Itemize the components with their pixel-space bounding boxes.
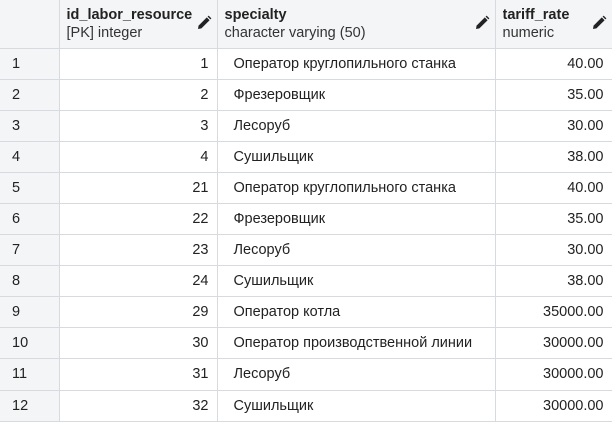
cell-tariff-rate[interactable]: 40.00 [495, 48, 612, 80]
table-row[interactable]: 9 29 Оператор котла 35000.00 [0, 296, 612, 329]
cell-specialty[interactable]: Лесоруб [217, 110, 496, 142]
cell-tariff-rate[interactable]: 30000.00 [495, 358, 612, 391]
row-number[interactable]: 1 [0, 48, 60, 80]
header-row: id_labor_resource [PK] integer specialty… [0, 0, 612, 49]
column-header-id-labor-resource[interactable]: id_labor_resource [PK] integer [59, 0, 218, 49]
grid-header: id_labor_resource [PK] integer specialty… [0, 0, 612, 49]
cell-id-labor-resource[interactable]: 24 [59, 265, 218, 298]
cell-specialty[interactable]: Оператор круглопильного станка [217, 48, 496, 80]
row-number[interactable]: 11 [0, 358, 60, 391]
table-row[interactable]: 11 31 Лесоруб 30000.00 [0, 358, 612, 391]
cell-id-labor-resource[interactable]: 23 [59, 234, 218, 267]
table-row[interactable]: 8 24 Сушильщик 38.00 [0, 265, 612, 298]
cell-specialty[interactable]: Оператор производственной линии [217, 327, 496, 360]
row-number[interactable]: 9 [0, 296, 60, 329]
query-result-grid: id_labor_resource [PK] integer specialty… [0, 0, 612, 422]
cell-tariff-rate[interactable]: 35.00 [495, 203, 612, 236]
cell-id-labor-resource[interactable]: 30 [59, 327, 218, 360]
cell-id-labor-resource[interactable]: 29 [59, 296, 218, 329]
cell-tariff-rate[interactable]: 30.00 [495, 234, 612, 267]
row-number[interactable]: 10 [0, 327, 60, 360]
table-row[interactable]: 4 4 Сушильщик 38.00 [0, 141, 612, 173]
row-number[interactable]: 6 [0, 203, 60, 236]
column-type: [PK] integer [66, 25, 143, 41]
row-number[interactable]: 5 [0, 172, 60, 204]
cell-specialty[interactable]: Сушильщик [217, 141, 496, 173]
grid-body: 1 1 Оператор круглопильного станка 40.00… [0, 48, 612, 422]
table-row[interactable]: 2 2 Фрезеровщик 35.00 [0, 79, 612, 111]
row-number[interactable]: 8 [0, 265, 60, 298]
column-header-tariff-rate[interactable]: tariff_rate numeric [495, 0, 612, 49]
column-header-specialty[interactable]: specialty character varying (50) [217, 0, 496, 49]
cell-id-labor-resource[interactable]: 32 [59, 390, 218, 422]
row-number-header[interactable] [0, 0, 60, 49]
cell-specialty[interactable]: Лесоруб [217, 234, 496, 267]
cell-tariff-rate[interactable]: 35.00 [495, 79, 612, 111]
cell-tariff-rate[interactable]: 30.00 [495, 110, 612, 142]
table-row[interactable]: 6 22 Фрезеровщик 35.00 [0, 203, 612, 236]
cell-id-labor-resource[interactable]: 3 [59, 110, 218, 142]
column-name: id_labor_resource [66, 7, 193, 23]
cell-specialty[interactable]: Фрезеровщик [217, 79, 496, 111]
cell-id-labor-resource[interactable]: 22 [59, 203, 218, 236]
pencil-icon[interactable] [196, 15, 212, 31]
cell-specialty[interactable]: Оператор круглопильного станка [217, 172, 496, 204]
cell-tariff-rate[interactable]: 38.00 [495, 141, 612, 173]
row-number[interactable]: 12 [0, 390, 60, 422]
cell-id-labor-resource[interactable]: 21 [59, 172, 218, 204]
pencil-icon[interactable] [474, 15, 490, 31]
pencil-icon[interactable] [591, 15, 607, 31]
cell-specialty[interactable]: Оператор котла [217, 296, 496, 329]
row-number[interactable]: 3 [0, 110, 60, 142]
table-row[interactable]: 3 3 Лесоруб 30.00 [0, 110, 612, 142]
column-name: specialty [224, 7, 287, 23]
cell-tariff-rate[interactable]: 40.00 [495, 172, 612, 204]
cell-id-labor-resource[interactable]: 31 [59, 358, 218, 391]
cell-specialty[interactable]: Сушильщик [217, 390, 496, 422]
cell-tariff-rate[interactable]: 35000.00 [495, 296, 612, 329]
cell-id-labor-resource[interactable]: 1 [59, 48, 218, 80]
cell-specialty[interactable]: Фрезеровщик [217, 203, 496, 236]
cell-tariff-rate[interactable]: 38.00 [495, 265, 612, 298]
cell-id-labor-resource[interactable]: 4 [59, 141, 218, 173]
row-number[interactable]: 4 [0, 141, 60, 173]
table-row[interactable]: 7 23 Лесоруб 30.00 [0, 234, 612, 267]
row-number[interactable]: 7 [0, 234, 60, 267]
cell-id-labor-resource[interactable]: 2 [59, 79, 218, 111]
cell-tariff-rate[interactable]: 30000.00 [495, 390, 612, 422]
column-type: character varying (50) [224, 25, 366, 41]
cell-tariff-rate[interactable]: 30000.00 [495, 327, 612, 360]
cell-specialty[interactable]: Лесоруб [217, 358, 496, 391]
table-row[interactable]: 1 1 Оператор круглопильного станка 40.00 [0, 48, 612, 80]
table-row[interactable]: 12 32 Сушильщик 30000.00 [0, 390, 612, 422]
table-row[interactable]: 5 21 Оператор круглопильного станка 40.0… [0, 172, 612, 204]
table-row[interactable]: 10 30 Оператор производственной линии 30… [0, 327, 612, 360]
cell-specialty[interactable]: Сушильщик [217, 265, 496, 298]
row-number[interactable]: 2 [0, 79, 60, 111]
